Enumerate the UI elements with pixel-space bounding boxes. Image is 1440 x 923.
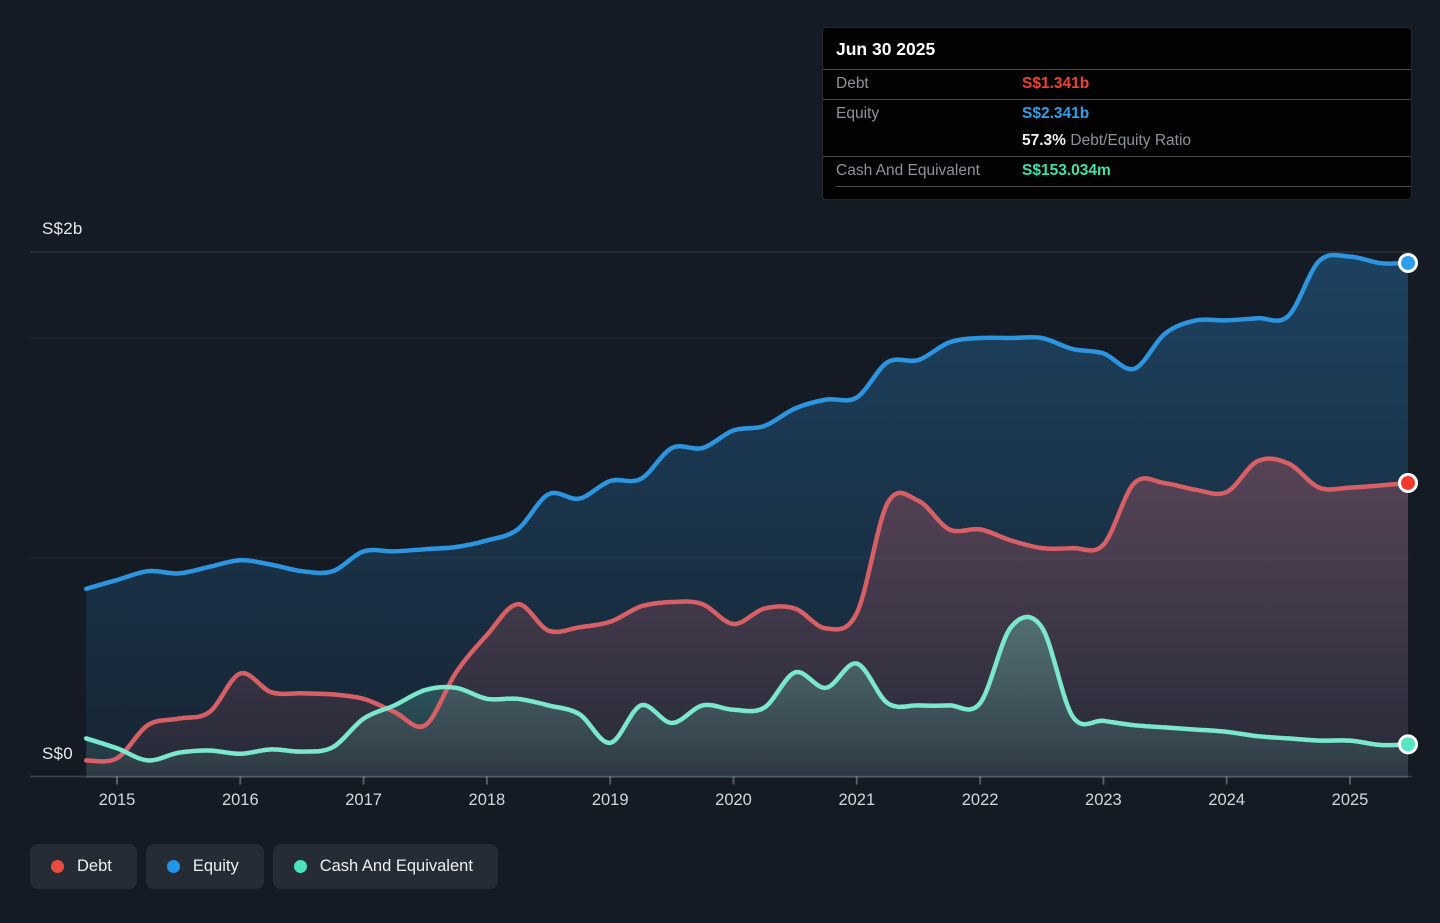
tooltip-cash-label: Cash And Equivalent: [836, 162, 1022, 180]
tooltip-ratio-row: 57.3% Debt/Equity Ratio: [836, 132, 1411, 150]
tooltip-cash-row: Cash And Equivalent S$153.034m: [836, 162, 1411, 180]
x-tick-label: 2017: [345, 791, 382, 809]
cash-and-equivalent-endpoint-marker: [1400, 736, 1417, 753]
equity-dot-icon: [167, 860, 180, 873]
legend-item-cash[interactable]: Cash And Equivalent: [273, 844, 498, 889]
x-tick-label: 2018: [469, 791, 506, 809]
legend-item-equity[interactable]: Equity: [146, 844, 264, 889]
tooltip-ratio-percent: 57.3%: [1022, 132, 1066, 149]
equity-endpoint-marker: [1400, 254, 1417, 271]
tooltip-ratio-label: Debt/Equity Ratio: [1070, 132, 1191, 149]
tooltip-debt-value: S$1.341b: [1022, 75, 1411, 93]
y-axis-max-label: S$2b: [42, 219, 83, 239]
chart-legend: Debt Equity Cash And Equivalent: [30, 844, 498, 889]
tooltip-debt-row: Debt S$1.341b: [836, 75, 1411, 93]
cash-dot-icon: [294, 860, 307, 873]
debt-endpoint-marker: [1400, 474, 1417, 491]
tooltip-equity-value: S$2.341b: [1022, 105, 1411, 123]
x-tick-label: 2022: [962, 791, 999, 809]
y-axis-zero-label: S$0: [42, 744, 73, 764]
legend-debt-label: Debt: [77, 857, 112, 876]
tooltip-date: Jun 30 2025: [823, 28, 1411, 69]
x-tick-label: 2016: [222, 791, 259, 809]
x-tick-label: 2024: [1208, 791, 1245, 809]
x-tick-label: 2019: [592, 791, 629, 809]
tooltip-equity-row: Equity S$2.341b: [836, 105, 1411, 123]
tooltip-equity-label: Equity: [836, 105, 1022, 123]
tooltip-debt-label: Debt: [836, 75, 1022, 93]
debt-dot-icon: [51, 860, 64, 873]
x-tick-label: 2021: [838, 791, 875, 809]
x-tick-label: 2015: [99, 791, 136, 809]
chart-tooltip: Jun 30 2025 Debt S$1.341b Equity S$2.341…: [822, 27, 1412, 200]
legend-equity-label: Equity: [193, 857, 239, 876]
x-tick-label: 2023: [1085, 791, 1122, 809]
balance-sheet-history-chart: 2015 2016 2017 2018 2019 2020 2021 2022 2023 2024…: [0, 0, 1440, 923]
tooltip-cash-value: S$153.034m: [1022, 162, 1411, 180]
legend-item-debt[interactable]: Debt: [30, 844, 137, 889]
x-tick-label: 2025: [1332, 791, 1369, 809]
x-tick-label: 2020: [715, 791, 752, 809]
legend-cash-label: Cash And Equivalent: [320, 857, 473, 876]
